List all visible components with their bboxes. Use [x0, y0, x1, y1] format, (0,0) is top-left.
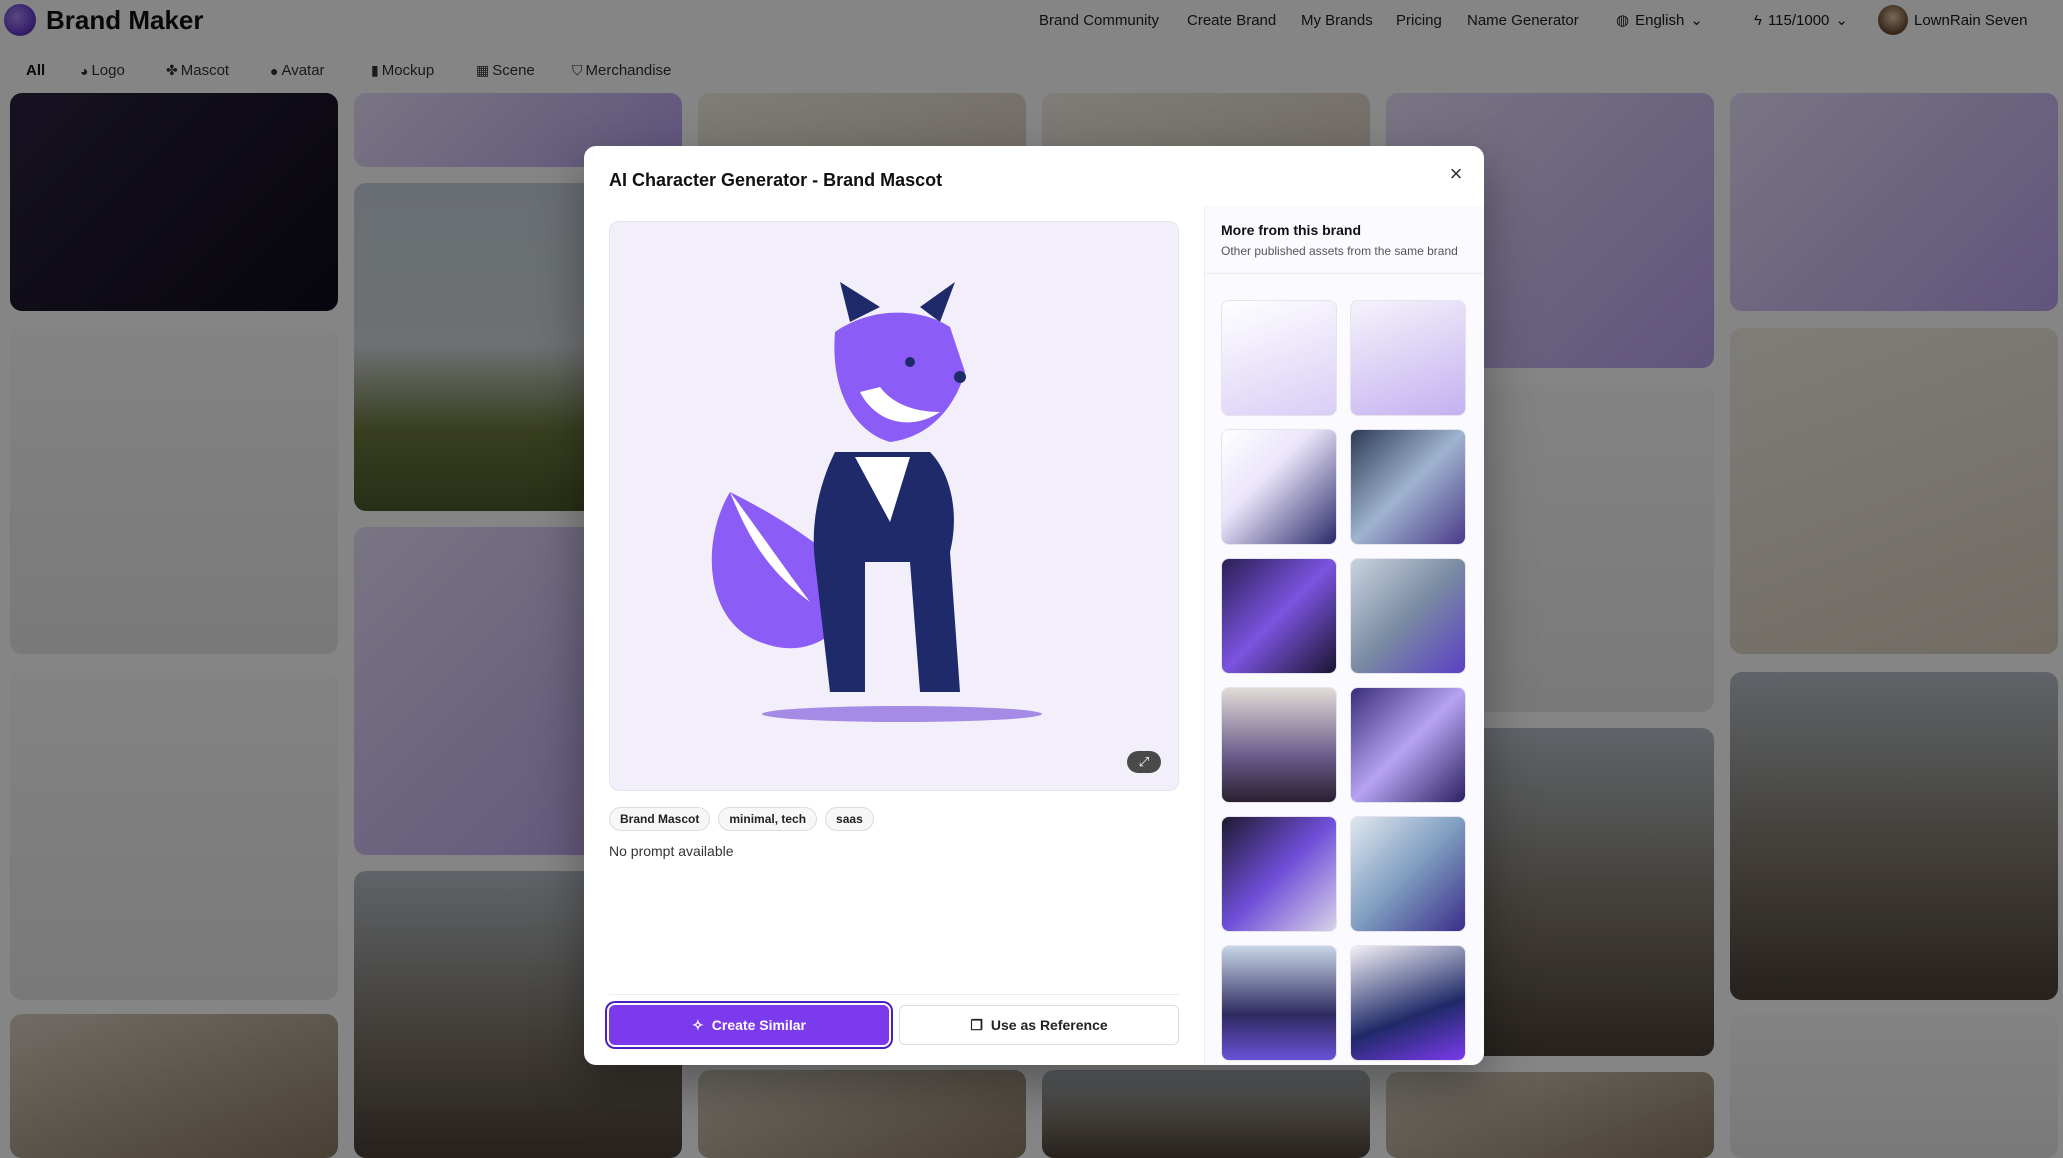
tag-list: Brand Mascot minimal, tech saas	[609, 807, 1179, 831]
more-subtitle: Other published assets from the same bra…	[1221, 244, 1458, 258]
more-title: More from this brand	[1221, 222, 1362, 238]
brand-thumbnail[interactable]	[1221, 300, 1337, 416]
more-from-brand-panel: More from this brand Other published ass…	[1204, 206, 1484, 1065]
more-header: More from this brand Other published ass…	[1205, 206, 1484, 274]
create-similar-button[interactable]: ✧ Create Similar	[609, 1005, 889, 1045]
brand-thumbnail-grid	[1221, 300, 1469, 1061]
brand-thumbnail[interactable]	[1350, 558, 1466, 674]
brand-thumbnail[interactable]	[1221, 558, 1337, 674]
close-button[interactable]: ×	[1442, 160, 1470, 188]
tag-chip: minimal, tech	[718, 807, 818, 831]
copy-icon: ❐	[970, 1016, 983, 1033]
close-icon: ×	[1449, 161, 1463, 186]
prompt-text: No prompt available	[609, 843, 734, 859]
modal-title: AI Character Generator - Brand Mascot	[609, 170, 943, 190]
brand-thumbnail[interactable]	[1350, 816, 1466, 932]
use-as-reference-button[interactable]: ❐ Use as Reference	[899, 1005, 1179, 1045]
mascot-preview-image: ⤢	[609, 221, 1179, 791]
brand-thumbnail[interactable]	[1221, 429, 1337, 545]
asset-detail-modal: AI Character Generator - Brand Mascot × …	[584, 146, 1484, 1065]
brand-thumbnail[interactable]	[1350, 429, 1466, 545]
expand-icon: ⤢	[1138, 754, 1150, 769]
tag-chip: saas	[825, 807, 874, 831]
asset-preview-panel: ⤢ Brand Mascot minimal, tech saas No pro…	[609, 221, 1179, 859]
brand-thumbnail[interactable]	[1221, 687, 1337, 803]
brand-thumbnail[interactable]	[1350, 945, 1466, 1061]
sparkle-icon: ✧	[692, 1016, 704, 1033]
brand-thumbnail[interactable]	[1350, 300, 1466, 416]
fox-mascot-illustration	[711, 282, 1042, 722]
brand-thumbnail[interactable]	[1221, 816, 1337, 932]
brand-thumbnail[interactable]	[1221, 945, 1337, 1061]
modal-actions: ✧ Create Similar ❐ Use as Reference	[609, 994, 1179, 1045]
expand-button[interactable]: ⤢	[1127, 751, 1161, 773]
brand-thumbnail[interactable]	[1350, 687, 1466, 803]
tag-chip: Brand Mascot	[609, 807, 711, 831]
